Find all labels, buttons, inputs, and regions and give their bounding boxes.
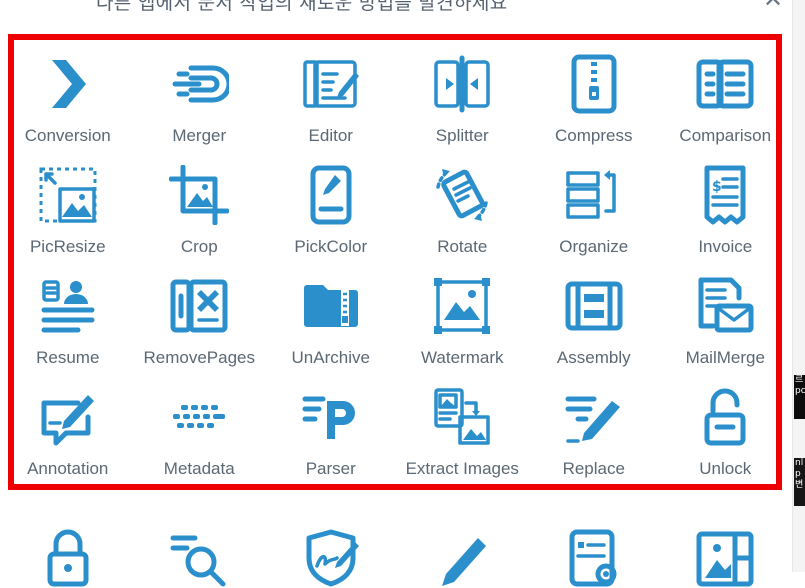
- app-grid: Conversion Merger Editor Splitter Compre…: [2, 54, 792, 498]
- app-tile-document-settings[interactable]: [528, 528, 660, 588]
- app-tile-editor[interactable]: Editor: [265, 54, 397, 165]
- edit-document-icon: [303, 60, 359, 108]
- app-label: Organize: [559, 237, 629, 256]
- app-tile-annotation[interactable]: Annotation: [2, 387, 134, 498]
- zip-file-icon: [571, 54, 617, 114]
- app-label: Rotate: [437, 237, 488, 256]
- image-gallery-icon: [696, 531, 754, 587]
- replace-icon: [565, 396, 620, 443]
- app-tile-merger[interactable]: Merger: [134, 54, 266, 165]
- app-tile-resume[interactable]: Resume: [2, 276, 134, 387]
- background-chip: 르 pc: [794, 375, 805, 419]
- background-chip: nl p 변: [794, 458, 805, 506]
- assembly-icon: [565, 281, 623, 331]
- app-label: UnArchive: [291, 348, 370, 367]
- app-tile-compress[interactable]: Compress: [528, 54, 660, 165]
- app-tile-unarchive[interactable]: UnArchive: [265, 276, 397, 387]
- signature-icon: [306, 529, 359, 587]
- mail-merge-icon: [698, 277, 754, 333]
- app-label: Metadata: [163, 459, 235, 478]
- app-label: Crop: [180, 237, 218, 256]
- app-tile-picresize[interactable]: PicResize: [2, 165, 134, 276]
- resume-icon: [41, 280, 95, 333]
- lock-icon: [47, 529, 89, 587]
- app-label: Editor: [308, 126, 353, 145]
- more-apps-row: [2, 528, 792, 588]
- invoice-icon: $: [704, 165, 746, 225]
- app-label: Extract Images: [405, 459, 519, 478]
- image-resize-icon: [39, 167, 97, 223]
- app-tile-comparison[interactable]: Comparison: [660, 54, 792, 165]
- chevron-right-icon: [51, 60, 86, 108]
- extract-images-icon: [434, 388, 490, 445]
- app-tile-parser[interactable]: Parser: [265, 387, 397, 498]
- app-tile-lock[interactable]: [2, 528, 134, 588]
- app-tile-unlock[interactable]: Unlock: [660, 387, 792, 498]
- app-tile-watermark[interactable]: Watermark: [397, 276, 529, 387]
- folder-archive-icon: [303, 285, 358, 327]
- rotate-icon: [436, 169, 488, 221]
- svg-text:$: $: [712, 179, 722, 195]
- app-label: Merger: [172, 126, 227, 145]
- split-icon: [434, 55, 490, 113]
- close-button[interactable]: ✕: [760, 0, 786, 12]
- document-settings-icon: [569, 529, 617, 587]
- app-label: Parser: [305, 459, 356, 478]
- app-tile-search[interactable]: [134, 528, 266, 588]
- app-label: Invoice: [698, 237, 753, 256]
- pen-icon: [442, 538, 487, 586]
- app-tile-organize[interactable]: Organize: [528, 165, 660, 276]
- merge-icon: [172, 65, 230, 103]
- compare-icon: [696, 59, 754, 109]
- app-tile-signature[interactable]: [265, 528, 397, 588]
- search-icon: [170, 535, 226, 587]
- app-tile-conversion[interactable]: Conversion: [2, 54, 134, 165]
- parser-icon: [302, 396, 355, 439]
- crop-icon: [169, 165, 230, 225]
- app-label: RemovePages: [143, 348, 255, 367]
- app-label: Unlock: [699, 459, 752, 478]
- app-tile-mailmerge[interactable]: MailMerge: [660, 276, 792, 387]
- header-title: 다른 앱에서 문서 작업의 새로운 방법을 발견하세요: [96, 0, 508, 14]
- app-tile-image-gallery[interactable]: [660, 528, 792, 588]
- remove-pages-icon: [170, 279, 228, 333]
- metadata-icon: [173, 405, 226, 428]
- app-label: MailMerge: [685, 348, 765, 367]
- color-picker-icon: [310, 165, 352, 225]
- app-label: Splitter: [435, 126, 489, 145]
- app-tile-removepages[interactable]: RemovePages: [134, 276, 266, 387]
- organize-icon: [566, 170, 616, 219]
- app-tile-replace[interactable]: Replace: [528, 387, 660, 498]
- app-tile-extract-images[interactable]: Extract Images: [397, 387, 529, 498]
- app-label: Conversion: [24, 126, 111, 145]
- app-label: PicResize: [29, 237, 106, 256]
- annotation-icon: [41, 395, 94, 446]
- app-label: Assembly: [556, 348, 631, 367]
- app-tile-pickcolor[interactable]: PickColor: [265, 165, 397, 276]
- app-label: Comparison: [679, 126, 772, 145]
- app-tile-assembly[interactable]: Assembly: [528, 276, 660, 387]
- app-label: Resume: [36, 348, 100, 367]
- app-tile-rotate[interactable]: Rotate: [397, 165, 529, 276]
- app-label: Replace: [562, 459, 625, 478]
- app-tile-metadata[interactable]: Metadata: [134, 387, 266, 498]
- watermark-icon: [434, 278, 491, 334]
- app-tile-invoice[interactable]: $ Invoice: [660, 165, 792, 276]
- app-label: Annotation: [27, 459, 109, 478]
- app-label: PickColor: [294, 237, 368, 256]
- app-tile-pen[interactable]: [397, 528, 529, 588]
- unlock-icon: [704, 388, 746, 446]
- app-label: Compress: [555, 126, 633, 145]
- app-tile-splitter[interactable]: Splitter: [397, 54, 529, 165]
- app-label: Watermark: [421, 348, 504, 367]
- app-tile-crop[interactable]: Crop: [134, 165, 266, 276]
